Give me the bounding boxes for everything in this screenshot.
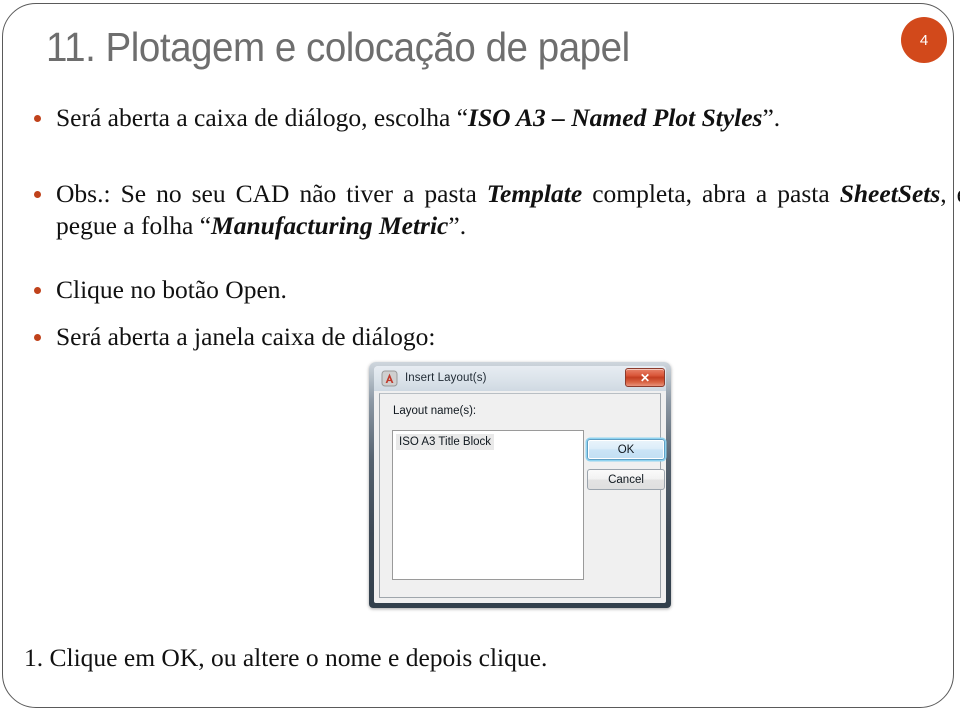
bullet-dot-icon bbox=[34, 191, 41, 198]
page-number-text: 4 bbox=[919, 31, 929, 49]
slide: 4 11. Plotagem e colocação de papel Será… bbox=[0, 0, 960, 714]
list-item-text: Será aberta a caixa de diálogo, escolha … bbox=[56, 103, 781, 132]
bullet-dot-icon bbox=[34, 287, 41, 294]
list-item-text: Será aberta a janela caixa de diálogo: bbox=[56, 322, 436, 351]
list-item-text: Clique no botão Open. bbox=[56, 275, 287, 304]
list-item: Obs.: Se no seu CAD não tiver a pasta Te… bbox=[22, 178, 960, 243]
dialog-title-text: Insert Layout(s) bbox=[405, 372, 487, 384]
dialog-titlebar[interactable]: Insert Layout(s) ✕ bbox=[374, 366, 666, 391]
bullet-dot-icon bbox=[34, 334, 41, 341]
footer-instruction-text: 1. Clique em OK, ou altere o nome e depo… bbox=[24, 643, 548, 672]
list-item: Será aberta a janela caixa de diálogo: bbox=[22, 321, 960, 353]
autocad-a-icon bbox=[381, 370, 398, 387]
list-item-layout-name[interactable]: ISO A3 Title Block bbox=[396, 434, 495, 450]
close-icon[interactable]: ✕ bbox=[625, 368, 665, 387]
page-number-badge: 4 bbox=[901, 17, 947, 63]
cancel-button[interactable]: Cancel bbox=[587, 469, 665, 490]
insert-layouts-dialog: Insert Layout(s) ✕ Layout name(s): ISO A… bbox=[369, 362, 671, 608]
list-item: Clique no botão Open. bbox=[22, 274, 960, 306]
list-item: Será aberta a caixa de diálogo, escolha … bbox=[22, 102, 960, 134]
dialog-client-area: Layout name(s): ISO A3 Title Block OK Ca… bbox=[379, 393, 665, 598]
layout-names-listbox[interactable]: ISO A3 Title Block bbox=[392, 430, 584, 580]
list-item-text: Obs.: Se no seu CAD não tiver a pasta Te… bbox=[56, 179, 960, 241]
ok-button[interactable]: OK bbox=[587, 439, 665, 460]
page-title: 11. Plotagem e colocação de papel bbox=[46, 24, 630, 70]
bullet-dot-icon bbox=[34, 115, 41, 122]
layout-names-label: Layout name(s): bbox=[393, 405, 477, 417]
